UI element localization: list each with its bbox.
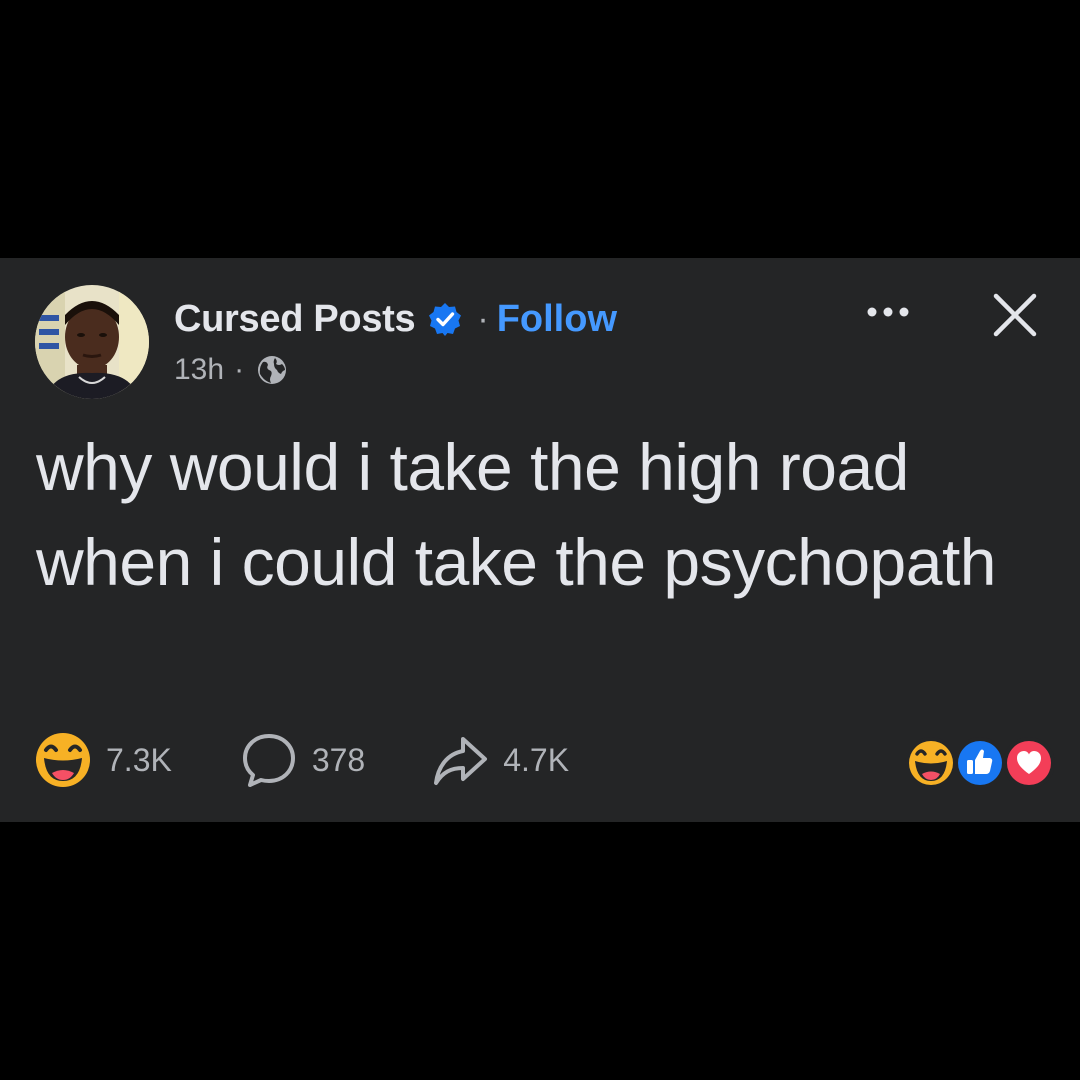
globe-icon[interactable] <box>254 352 290 388</box>
verified-badge-icon <box>427 301 463 337</box>
reaction-summary[interactable] <box>904 736 1055 790</box>
follow-button[interactable]: Follow <box>497 298 617 341</box>
share-arrow-icon <box>434 737 488 785</box>
post-meta: 13h · <box>174 350 290 390</box>
haha-reaction-icon <box>36 733 90 787</box>
post-header: Cursed Posts · Follow <box>174 294 617 344</box>
love-reaction-icon <box>1003 737 1055 789</box>
header-separator: · <box>477 299 489 338</box>
shares-count: 4.7K <box>503 741 570 778</box>
reactions-stat[interactable]: 7.3K <box>34 731 172 789</box>
engagement-bar: 7.3K 378 4.7K <box>34 730 569 790</box>
close-icon[interactable] <box>990 290 1040 340</box>
author-avatar[interactable] <box>35 285 149 399</box>
like-reaction-icon <box>954 737 1006 789</box>
reactions-count: 7.3K <box>106 741 172 778</box>
post-timestamp[interactable]: 13h <box>174 353 224 387</box>
more-options-icon[interactable] <box>862 294 918 334</box>
meta-separator: · <box>234 353 245 386</box>
shares-stat[interactable]: 4.7K <box>431 731 569 789</box>
comments-count: 378 <box>311 741 366 778</box>
post-card: Cursed Posts · Follow 13h · why would i … <box>0 258 1080 822</box>
comment-bubble-icon <box>242 734 295 787</box>
comments-stat[interactable]: 378 <box>240 731 365 789</box>
author-name[interactable]: Cursed Posts <box>174 298 416 341</box>
post-text: why would i take the high road when i co… <box>36 430 996 599</box>
haha-reaction-icon <box>905 737 957 789</box>
